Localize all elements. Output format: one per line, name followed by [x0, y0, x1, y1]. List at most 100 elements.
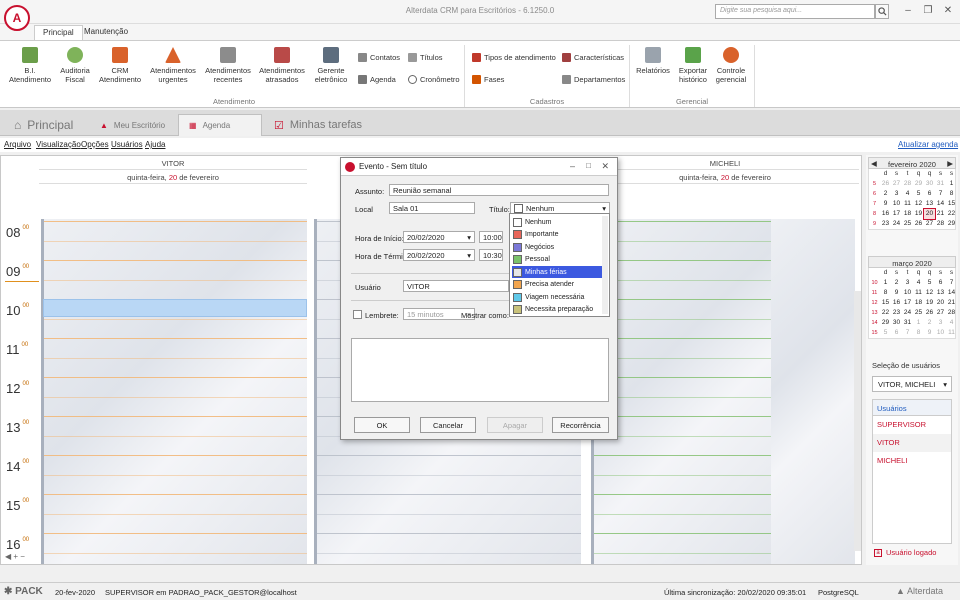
calendar-day[interactable]: 1	[913, 318, 924, 328]
search-input[interactable]: Digite sua pesquisa aqui...	[715, 4, 875, 19]
relatorios-button[interactable]: Relatórios	[634, 47, 672, 75]
calendar-day[interactable]: 30	[891, 318, 902, 328]
calendar-day[interactable]: 5	[913, 189, 924, 199]
dropdown-item[interactable]: Pessoal	[512, 254, 602, 266]
dropdown-item[interactable]: Negócios	[512, 241, 602, 253]
calendar-day[interactable]: 4	[902, 189, 913, 199]
user-selection-dropdown[interactable]: VITOR, MICHELI ▾	[872, 376, 952, 392]
calendar-day[interactable]: 28	[902, 179, 913, 189]
calendar-day[interactable]: 24	[891, 219, 902, 229]
calendar-day[interactable]: 9	[924, 328, 935, 338]
maximize-button[interactable]: ❐	[920, 5, 936, 19]
dropdown-scrollbar[interactable]	[602, 216, 608, 314]
ok-button[interactable]: OK	[354, 417, 410, 433]
calendar-day[interactable]: 26	[924, 308, 935, 318]
calendar-day[interactable]: 8	[946, 189, 957, 199]
calendar-day[interactable]: 29	[913, 179, 924, 189]
calendar-day[interactable]: 6	[891, 328, 902, 338]
doc-tab-meu-escritorio[interactable]: ▲ Meu Escritório	[90, 114, 175, 136]
calendar-day[interactable]: 16	[891, 298, 902, 308]
calendar-day[interactable]: 11	[913, 288, 924, 298]
doc-tab-agenda[interactable]: ▦ Agenda	[178, 114, 262, 136]
menu-ajuda[interactable]: Ajuda	[145, 140, 165, 149]
contatos-button[interactable]: Contatos	[358, 53, 400, 62]
calendar-day[interactable]: 29	[880, 318, 891, 328]
calendar-day[interactable]: 28	[946, 308, 957, 318]
calendar-day[interactable]: 21	[935, 209, 946, 219]
calendar-day[interactable]: 29	[946, 219, 957, 229]
dropdown-item[interactable]: Importante	[512, 229, 602, 241]
calendar-day[interactable]: 20	[923, 208, 936, 220]
termino-time-input[interactable]: 10:30	[479, 249, 503, 261]
caracteristicas-button[interactable]: Características	[562, 53, 624, 62]
calendar-day[interactable]: 3	[935, 318, 946, 328]
calendar-day[interactable]: 7	[902, 328, 913, 338]
calendar-day[interactable]: 21	[946, 298, 957, 308]
calendar-day[interactable]: 2	[880, 189, 891, 199]
usuario-input[interactable]: VITOR	[403, 280, 509, 292]
calendar-day[interactable]: 9	[880, 199, 891, 209]
doc-tab-minhas-tarefas[interactable]: ☑ Minhas tarefas	[264, 114, 372, 136]
calendar-day[interactable]: 2	[891, 278, 902, 288]
dropdown-item[interactable]: Nenhum	[512, 216, 602, 228]
app-menu-button[interactable]: A	[4, 5, 30, 31]
dialog-restore-icon[interactable]: □	[586, 161, 591, 170]
calendar-day[interactable]: 23	[880, 219, 891, 229]
menu-arquivo[interactable]: Arquivo	[4, 140, 31, 149]
calendar-day[interactable]: 14	[946, 288, 957, 298]
calendar-day[interactable]: 31	[902, 318, 913, 328]
calendar-day[interactable]: 7	[946, 278, 957, 288]
calendar-day[interactable]: 5	[880, 328, 891, 338]
calendar-day[interactable]: 14	[935, 199, 946, 209]
calendar-day[interactable]: 20	[935, 298, 946, 308]
calendar-day[interactable]: 6	[924, 189, 935, 199]
inicio-date-input[interactable]: 20/02/2020 ▾	[403, 231, 475, 243]
cancel-button[interactable]: Cancelar	[420, 417, 476, 433]
gerente-eletronico-button[interactable]: Gerente eletrônico	[310, 47, 352, 84]
next-month-icon[interactable]: ▶	[947, 159, 953, 168]
assunto-input[interactable]: Reunião semanal	[389, 184, 609, 196]
calendar-day[interactable]: 5	[924, 278, 935, 288]
calendar-day[interactable]: 18	[902, 209, 913, 219]
calendar-day[interactable]: 30	[924, 179, 935, 189]
calendar-scrollbar[interactable]	[854, 291, 861, 551]
calendar-day[interactable]: 27	[935, 308, 946, 318]
calendar-day[interactable]: 6	[935, 278, 946, 288]
dialog-minimize-icon[interactable]: –	[570, 161, 575, 171]
atendimentos-recentes-button[interactable]: Atendimentos recentes	[202, 47, 254, 84]
cronometro-button[interactable]: Cronômetro	[408, 75, 460, 84]
tipos-atendimento-button[interactable]: Tipos de atendimento	[472, 53, 556, 62]
day-column-micheli[interactable]	[591, 219, 771, 564]
calendar-day[interactable]: 25	[913, 308, 924, 318]
calendar-day[interactable]: 31	[935, 179, 946, 189]
atendimentos-atrasados-button[interactable]: Atendimentos atrasados	[256, 47, 308, 84]
calendar-day[interactable]: 13	[935, 288, 946, 298]
calendar-day[interactable]: 19	[913, 209, 924, 219]
calendar-day[interactable]: 27	[891, 179, 902, 189]
minimize-button[interactable]: –	[900, 5, 916, 19]
dialog-close-icon[interactable]: ✕	[601, 161, 609, 172]
user-item-micheli[interactable]: MICHELI	[873, 452, 951, 470]
calendar-day[interactable]: 22	[880, 308, 891, 318]
calendar-day[interactable]: 27	[924, 219, 935, 229]
calendar-day[interactable]: 28	[935, 219, 946, 229]
calendar-day[interactable]: 16	[880, 209, 891, 219]
calendar-day[interactable]: 8	[880, 288, 891, 298]
fases-button[interactable]: Fases	[472, 75, 504, 84]
controle-gerencial-button[interactable]: Controle gerencial	[712, 47, 750, 84]
close-button[interactable]: ✕	[940, 5, 956, 19]
calendar-day[interactable]: 8	[913, 328, 924, 338]
dropdown-item[interactable]: Necessita preparação	[512, 304, 602, 316]
doc-tab-principal[interactable]: ⌂ Principal	[4, 114, 83, 136]
calendar-day[interactable]: 1	[880, 278, 891, 288]
menu-visualizacao[interactable]: Visualização	[36, 140, 81, 149]
calendar-day[interactable]: 4	[946, 318, 957, 328]
selected-time-slot[interactable]	[43, 299, 307, 317]
calendar-day[interactable]: 26	[913, 219, 924, 229]
prev-month-icon[interactable]: ◀	[871, 159, 877, 168]
local-input[interactable]: Sala 01	[389, 202, 475, 214]
inicio-time-input[interactable]: 10:00	[479, 231, 503, 243]
calendar-day[interactable]: 24	[902, 308, 913, 318]
calendar-day[interactable]: 3	[902, 278, 913, 288]
calendar-day[interactable]: 15	[880, 298, 891, 308]
